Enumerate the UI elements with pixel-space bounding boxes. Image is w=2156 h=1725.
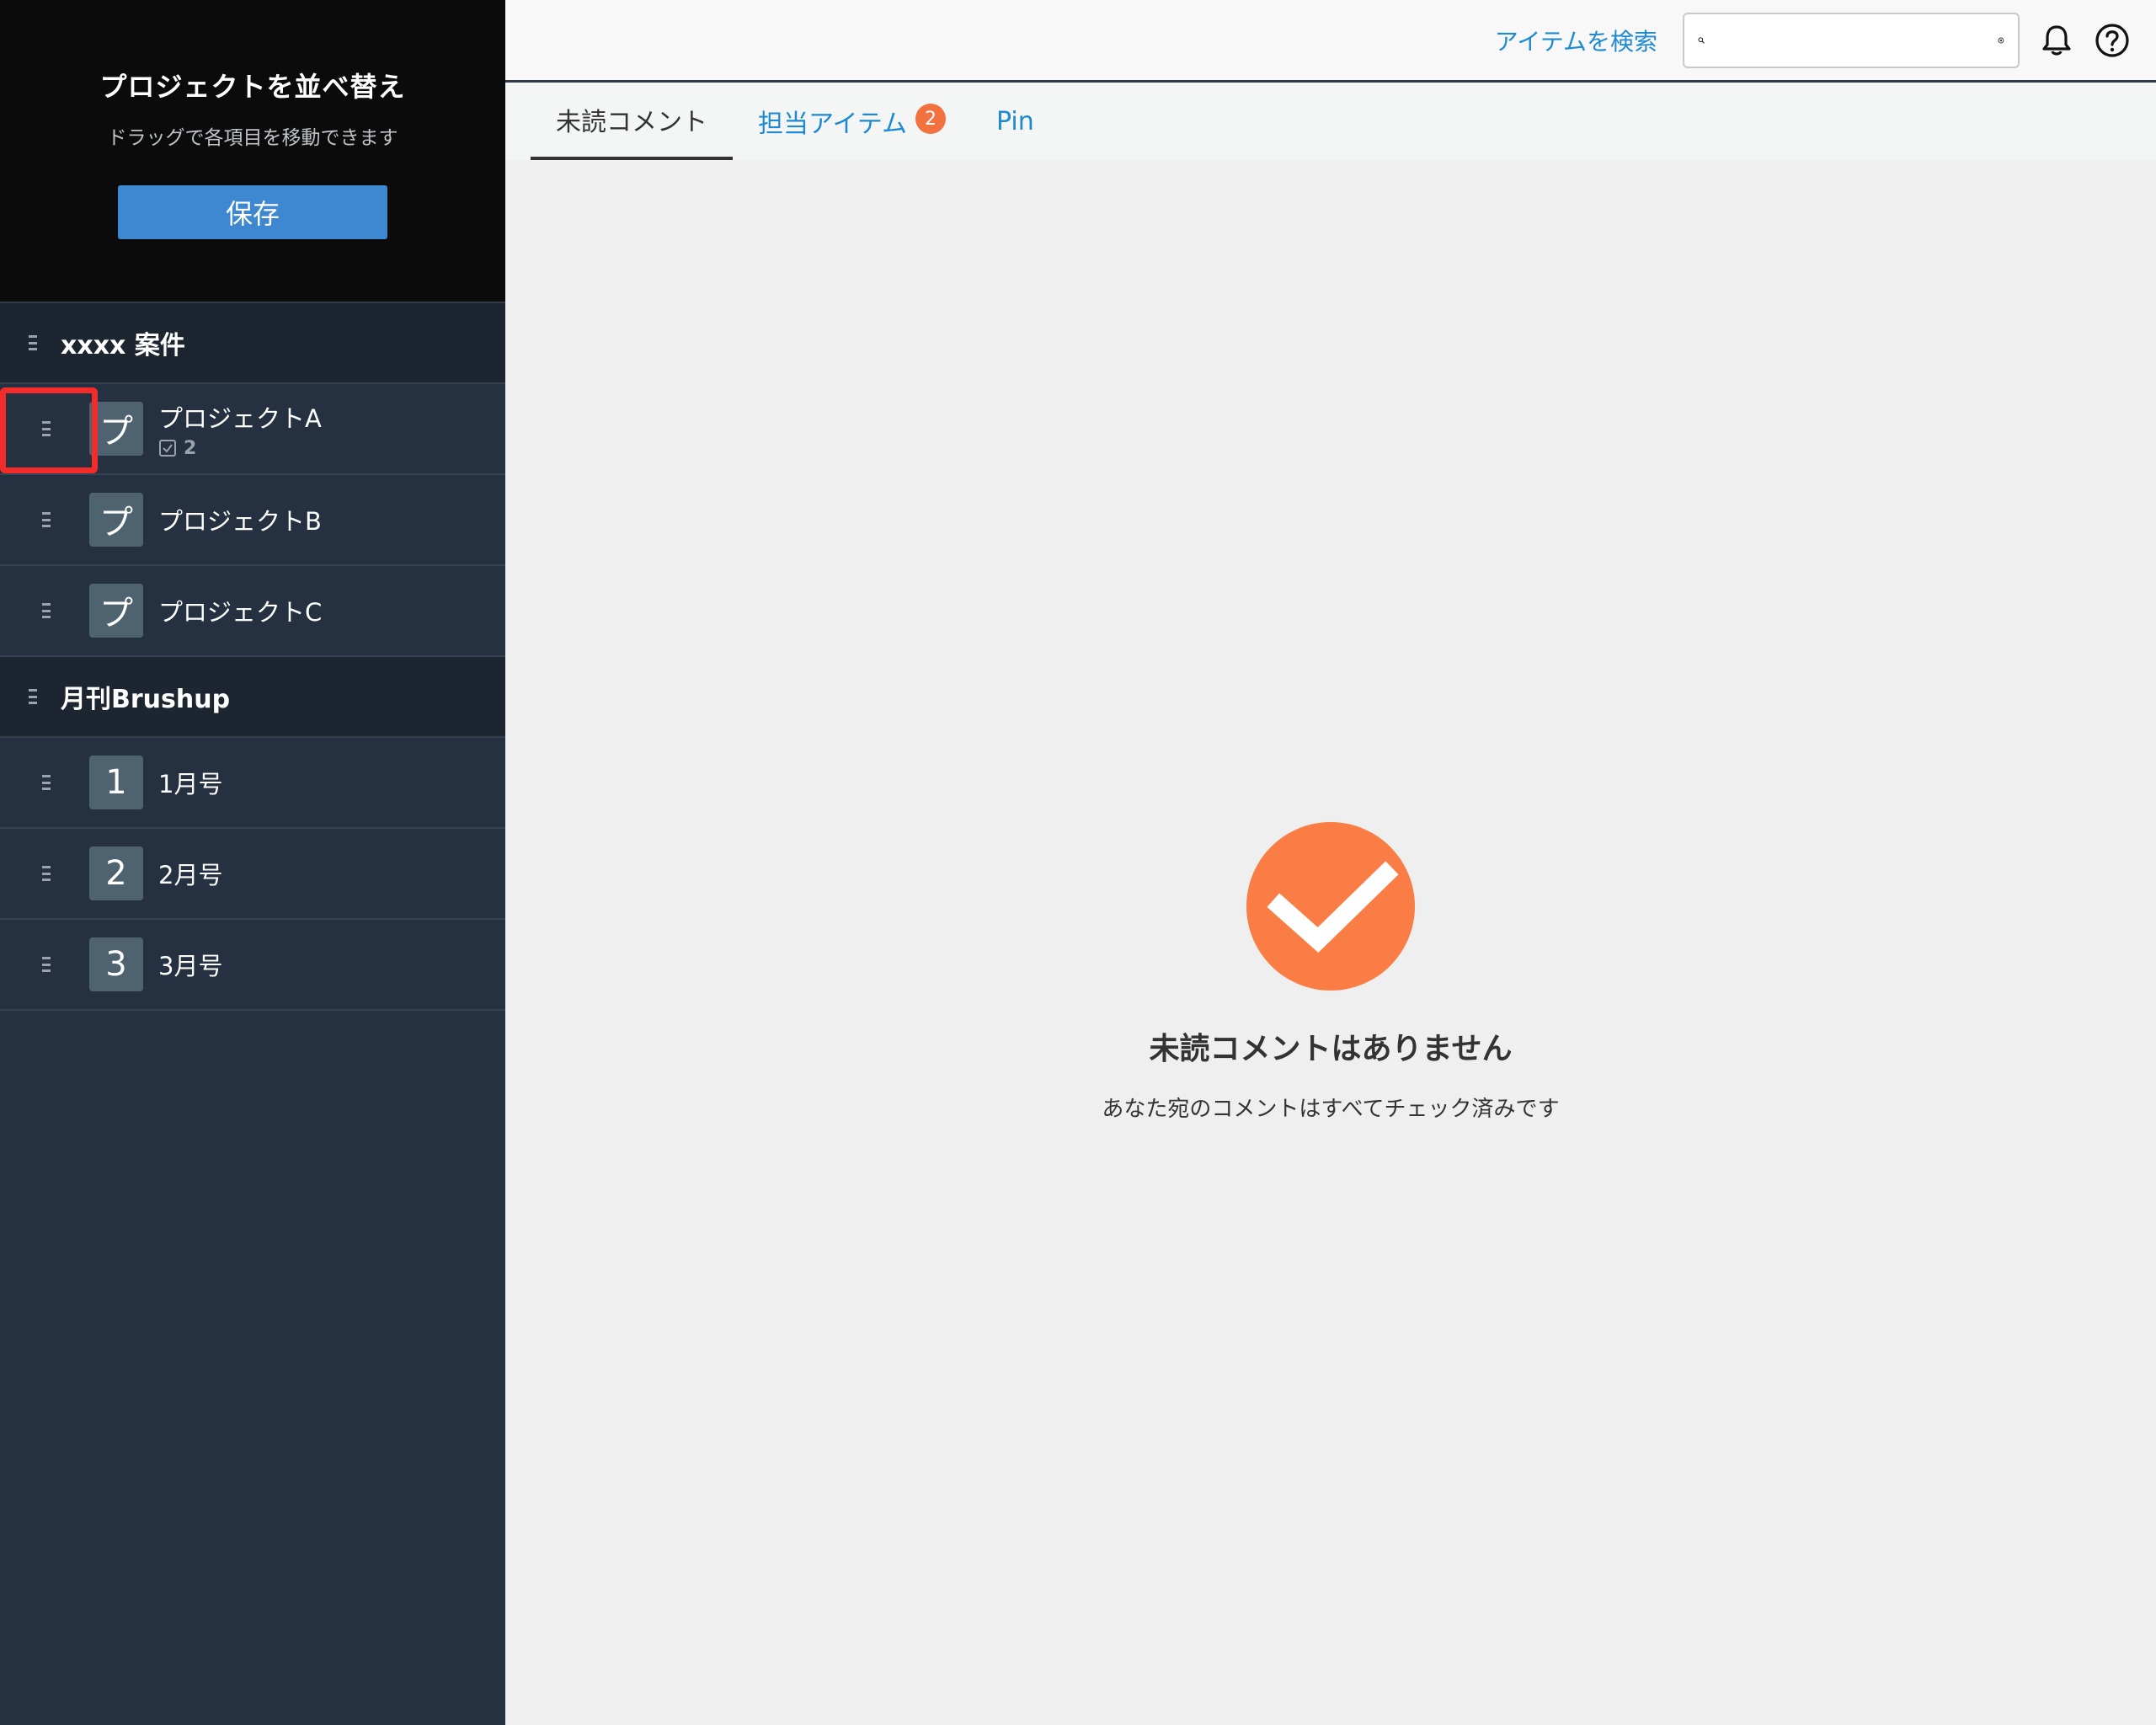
drag-handle-icon[interactable] [42, 775, 51, 790]
reorder-subtitle: ドラッグで各項目を移動できます [107, 127, 398, 149]
bell-icon[interactable] [2038, 22, 2075, 59]
reorder-title: プロジェクトを並べ替え [99, 71, 406, 103]
reorder-panel: プロジェクトを並べ替え ドラッグで各項目を移動できます 保存 [0, 0, 505, 303]
search-link[interactable]: アイテムを検索 [1495, 24, 1657, 57]
drag-handle-icon[interactable] [42, 957, 51, 972]
project-icon: プ [89, 402, 143, 456]
tab-label: 未読コメント [556, 108, 707, 137]
group-header[interactable]: 月刊Brushup [0, 657, 505, 738]
project-icon: 2 [89, 846, 143, 900]
project-info: 1月号 [158, 765, 222, 800]
project-count: 2 [184, 437, 197, 459]
app: プロジェクトを並べ替え ドラッグで各項目を移動できます 保存 xxxx 案件 プ… [0, 0, 2156, 1725]
project-meta: 2 [158, 438, 322, 459]
tab-label: Pin [996, 106, 1034, 136]
project-row[interactable]: プ プロジェクトB [0, 475, 505, 566]
project-name: プロジェクトA [158, 403, 322, 433]
check-circle-icon [1246, 822, 1415, 991]
project-icon: 3 [89, 937, 143, 991]
project-row[interactable]: 3 3月号 [0, 920, 505, 1011]
project-name: 3月号 [158, 952, 223, 980]
project-info: プロジェクトC [158, 593, 322, 628]
empty-state-subtitle: あなた宛のコメントはすべてチェック済みです [1102, 1097, 1560, 1122]
main: アイテムを検索 未読コメント 担当アイテム 2 Pin 未読コメントはありません… [505, 0, 2156, 1725]
clear-icon[interactable] [1998, 29, 2004, 52]
search-box[interactable] [1683, 12, 2020, 68]
tab-label: 担当アイテム [758, 109, 907, 139]
empty-state-title: 未読コメントはありません [1149, 1032, 1513, 1066]
project-icon: プ [89, 493, 143, 547]
content-area: 未読コメントはありません あなた宛のコメントはすべてチェック済みです [505, 160, 2156, 1725]
search-input[interactable] [1715, 27, 1988, 53]
project-row[interactable]: プ プロジェクトA 2 [0, 384, 505, 475]
drag-handle-icon[interactable] [29, 335, 37, 350]
project-name: 2月号 [158, 861, 223, 889]
project-name: 1月号 [158, 770, 223, 798]
tab-badge: 2 [915, 104, 946, 134]
project-info: プロジェクトB [158, 502, 322, 537]
tab-unread-comments[interactable]: 未読コメント [531, 83, 733, 160]
save-button[interactable]: 保存 [118, 185, 387, 239]
drag-handle-icon[interactable] [29, 689, 37, 704]
topbar: アイテムを検索 [505, 0, 2156, 83]
drag-handle-icon[interactable] [42, 421, 51, 436]
tab-assigned-items[interactable]: 担当アイテム 2 [733, 83, 971, 160]
inbox-check-icon [159, 440, 176, 457]
tab-pin[interactable]: Pin [971, 83, 1059, 160]
search-icon [1698, 36, 1705, 44]
project-row[interactable]: 2 2月号 [0, 829, 505, 920]
tabbar: 未読コメント 担当アイテム 2 Pin [505, 83, 2156, 160]
drag-handle-icon[interactable] [42, 512, 51, 527]
help-icon[interactable] [2094, 22, 2131, 59]
group-title: xxxx 案件 [61, 331, 185, 360]
sidebar: プロジェクトを並べ替え ドラッグで各項目を移動できます 保存 xxxx 案件 プ… [0, 0, 505, 1725]
group-header[interactable]: xxxx 案件 [0, 303, 505, 384]
drag-handle-icon[interactable] [42, 603, 51, 618]
project-info: 2月号 [158, 856, 222, 891]
project-icon: プ [89, 584, 143, 638]
project-info: 3月号 [158, 947, 222, 982]
project-row[interactable]: 1 1月号 [0, 738, 505, 829]
project-row[interactable]: プ プロジェクトC [0, 566, 505, 657]
project-name: プロジェクトC [158, 598, 323, 627]
drag-handle-icon[interactable] [42, 866, 51, 881]
project-name: プロジェクトB [158, 507, 322, 536]
group-title: 月刊Brushup [61, 685, 231, 714]
project-info: プロジェクトA 2 [158, 399, 322, 459]
project-icon: 1 [89, 756, 143, 809]
